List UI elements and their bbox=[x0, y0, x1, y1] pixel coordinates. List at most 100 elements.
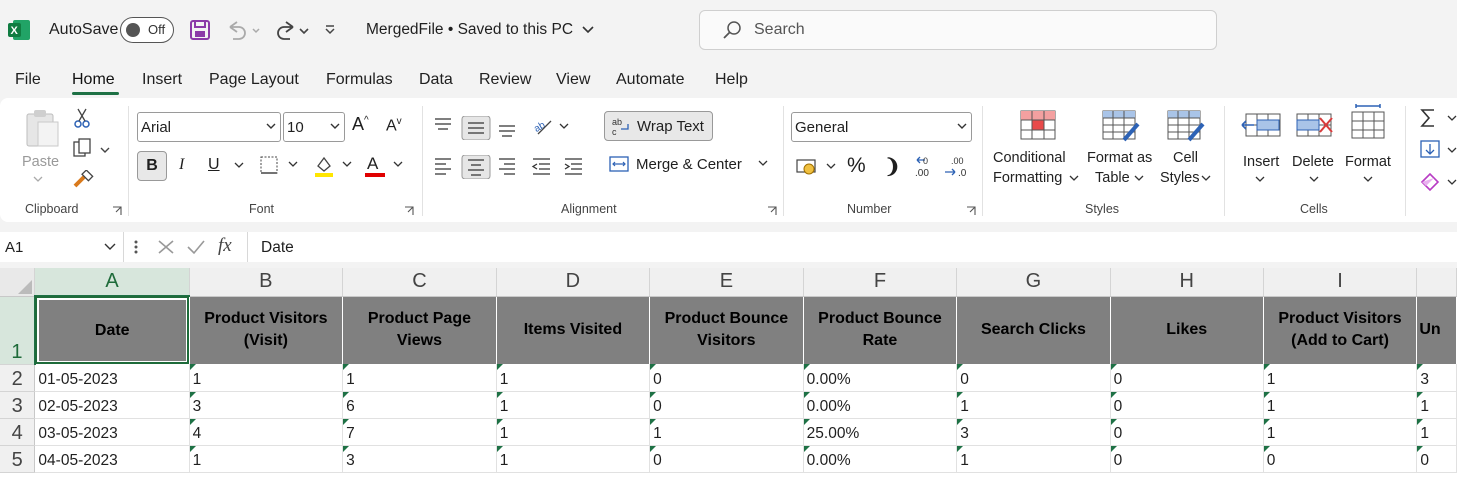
table-cell[interactable]: 0 bbox=[1416, 445, 1457, 473]
row-header[interactable]: 4 bbox=[0, 418, 36, 446]
borders-icon[interactable] bbox=[260, 156, 302, 176]
decrease-font-size-icon[interactable]: Av bbox=[386, 116, 402, 135]
table-cell[interactable]: 1 bbox=[496, 391, 651, 419]
format-cells-icon[interactable] bbox=[1350, 104, 1386, 140]
header-cell[interactable]: Date bbox=[34, 296, 190, 364]
format-as-table-icon[interactable] bbox=[1102, 110, 1142, 144]
number-launcher-icon[interactable] bbox=[966, 206, 976, 216]
tab-page-layout[interactable]: Page Layout bbox=[209, 71, 299, 89]
delete-cells-icon[interactable] bbox=[1296, 110, 1336, 142]
tab-home[interactable]: Home bbox=[72, 71, 115, 89]
column-header-e[interactable]: E bbox=[649, 268, 804, 297]
comma-style-button[interactable]: ❩ bbox=[884, 154, 901, 179]
paste-label[interactable]: Paste bbox=[22, 152, 59, 172]
conditional-formatting-icon[interactable] bbox=[1020, 110, 1056, 140]
column-header-g[interactable]: G bbox=[956, 268, 1111, 297]
conditional-formatting-label-1[interactable]: Conditional bbox=[993, 148, 1066, 168]
row-header[interactable]: 2 bbox=[0, 364, 36, 392]
table-cell[interactable]: 1 bbox=[189, 445, 344, 473]
font-launcher-icon[interactable] bbox=[404, 206, 414, 216]
table-cell[interactable]: 3 bbox=[1416, 364, 1457, 392]
table-cell[interactable]: 1 bbox=[1416, 418, 1457, 446]
table-cell[interactable]: 0 bbox=[649, 391, 804, 419]
header-cell[interactable]: Likes bbox=[1110, 296, 1264, 364]
header-cell[interactable]: Product Visitors (Add to Cart) bbox=[1263, 296, 1418, 364]
column-header-c[interactable]: C bbox=[342, 268, 497, 297]
vertical-align-icons[interactable] bbox=[433, 116, 519, 140]
merge-center-button[interactable]: Merge & Center bbox=[609, 155, 769, 173]
redo-icon[interactable] bbox=[274, 19, 310, 41]
autosum-icon[interactable] bbox=[1420, 108, 1457, 128]
table-cell[interactable]: 0 bbox=[1110, 391, 1264, 419]
number-format-select[interactable]: General bbox=[791, 112, 972, 142]
table-cell[interactable]: 01-05-2023 bbox=[34, 364, 190, 392]
chevron-down-icon[interactable] bbox=[1309, 176, 1319, 184]
cut-icon[interactable] bbox=[74, 108, 90, 128]
table-cell[interactable]: 0 bbox=[1110, 364, 1264, 392]
name-box[interactable]: A1 bbox=[0, 232, 124, 262]
cell-styles-label-1[interactable]: Cell bbox=[1173, 148, 1198, 168]
table-cell[interactable]: 0 bbox=[1110, 418, 1264, 446]
table-cell[interactable]: 0.00% bbox=[803, 445, 958, 473]
underline-button[interactable]: U bbox=[208, 156, 220, 174]
customize-quick-access-icon[interactable] bbox=[324, 24, 336, 36]
table-cell[interactable]: 25.00% bbox=[803, 418, 958, 446]
insert-cells-icon[interactable] bbox=[1240, 110, 1282, 142]
clear-icon[interactable] bbox=[1420, 172, 1457, 192]
header-cell[interactable]: Items Visited bbox=[496, 296, 651, 364]
enter-check-icon[interactable] bbox=[186, 239, 206, 255]
row-header[interactable]: 5 bbox=[0, 445, 36, 473]
select-all-corner[interactable] bbox=[0, 268, 36, 297]
conditional-formatting-label-2[interactable]: Formatting bbox=[993, 168, 1062, 188]
table-cell[interactable]: 4 bbox=[189, 418, 344, 446]
table-cell[interactable]: 1 bbox=[649, 418, 804, 446]
tab-help[interactable]: Help bbox=[715, 71, 748, 89]
table-cell[interactable]: 1 bbox=[342, 364, 497, 392]
table-cell[interactable]: 7 bbox=[342, 418, 497, 446]
cell-styles-icon[interactable] bbox=[1167, 110, 1207, 144]
table-cell[interactable]: 1 bbox=[1263, 364, 1418, 392]
table-cell[interactable]: 1 bbox=[1416, 391, 1457, 419]
tab-view[interactable]: View bbox=[556, 71, 590, 89]
alignment-launcher-icon[interactable] bbox=[767, 206, 777, 216]
table-cell[interactable]: 3 bbox=[956, 418, 1111, 446]
decimal-buttons-icon[interactable]: 0 .00 .00 .0 bbox=[913, 154, 973, 180]
tab-file[interactable]: File bbox=[15, 71, 41, 89]
table-cell[interactable]: 0 bbox=[649, 445, 804, 473]
table-cell[interactable]: 0.00% bbox=[803, 391, 958, 419]
accounting-format-icon[interactable] bbox=[796, 156, 840, 178]
wrap-text-button[interactable]: ab c Wrap Text bbox=[604, 111, 713, 141]
font-color-icon[interactable]: A bbox=[364, 154, 408, 178]
fill-color-icon[interactable] bbox=[313, 154, 357, 178]
table-cell[interactable]: 3 bbox=[189, 391, 344, 419]
format-as-table-label-2[interactable]: Table bbox=[1095, 168, 1130, 188]
formula-input[interactable]: Date bbox=[247, 232, 1457, 262]
table-cell[interactable]: 0 bbox=[1263, 445, 1418, 473]
table-cell[interactable]: 3 bbox=[342, 445, 497, 473]
header-cell[interactable]: Search Clicks bbox=[956, 296, 1111, 364]
autosave-toggle[interactable]: Off bbox=[120, 17, 174, 43]
row-header[interactable]: 3 bbox=[0, 391, 36, 419]
insert-cells-label[interactable]: Insert bbox=[1243, 152, 1279, 172]
font-name-select[interactable]: Arial bbox=[137, 112, 281, 142]
tab-formulas[interactable]: Formulas bbox=[326, 71, 393, 89]
column-header-a[interactable]: A bbox=[34, 268, 190, 297]
fill-down-icon[interactable] bbox=[1420, 140, 1457, 160]
column-header-f[interactable]: F bbox=[803, 268, 958, 297]
italic-button[interactable]: I bbox=[179, 156, 184, 174]
column-header-d[interactable]: D bbox=[496, 268, 651, 297]
clipboard-launcher-icon[interactable] bbox=[112, 206, 122, 216]
format-cells-label[interactable]: Format bbox=[1345, 152, 1391, 172]
file-title[interactable]: MergedFile • Saved to this PC bbox=[366, 21, 595, 39]
header-cell[interactable]: Un bbox=[1416, 296, 1457, 364]
cancel-icon[interactable] bbox=[157, 239, 175, 255]
delete-cells-label[interactable]: Delete bbox=[1292, 152, 1334, 172]
paste-icon[interactable] bbox=[24, 108, 60, 148]
table-cell[interactable]: 6 bbox=[342, 391, 497, 419]
header-cell[interactable]: Product Bounce Rate bbox=[803, 296, 958, 364]
chevron-down-icon[interactable] bbox=[234, 162, 244, 170]
table-cell[interactable]: 02-05-2023 bbox=[34, 391, 190, 419]
chevron-down-icon[interactable] bbox=[1255, 176, 1265, 184]
chevron-down-icon[interactable] bbox=[1134, 175, 1144, 183]
table-cell[interactable]: 1 bbox=[496, 418, 651, 446]
